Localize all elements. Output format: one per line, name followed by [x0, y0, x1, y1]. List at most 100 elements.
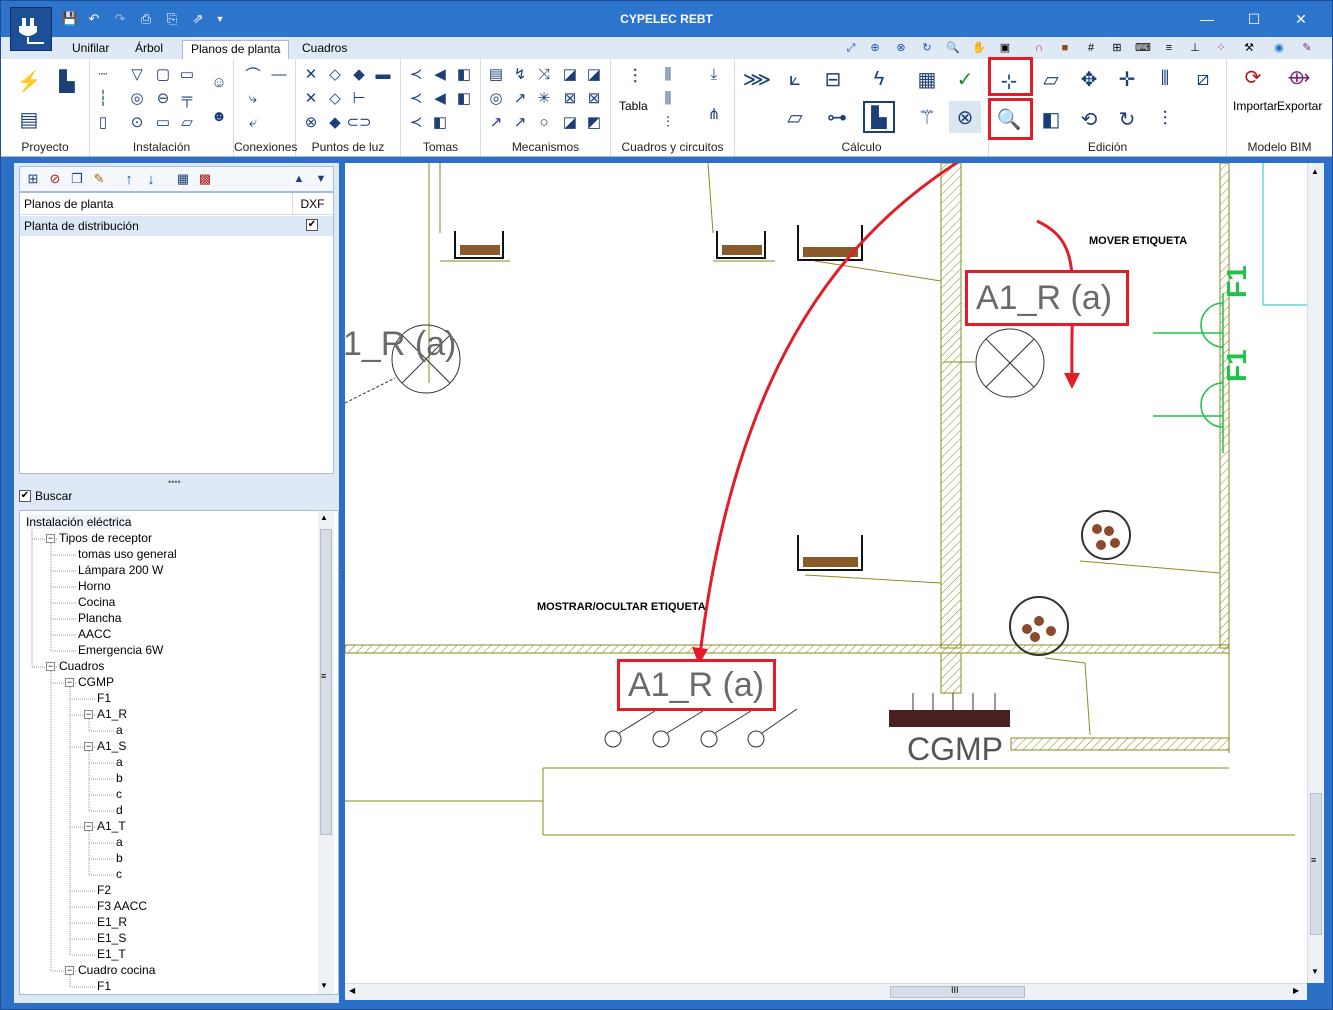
square-icon[interactable]: ▢: [152, 63, 174, 85]
cgmp-label[interactable]: CGMP: [907, 731, 1003, 768]
light-x2-icon[interactable]: ✕: [300, 87, 322, 109]
tree-node[interactable]: F1: [97, 691, 111, 705]
plane2-icon[interactable]: ▱: [779, 101, 811, 133]
tree-expander-icon[interactable]: −: [65, 966, 74, 975]
bar-icon[interactable]: ▭: [152, 111, 174, 133]
cross-switch-icon[interactable]: ⤨: [533, 63, 555, 85]
export-bim-icon[interactable]: ⟴: [1283, 61, 1315, 93]
circuit-down-icon[interactable]: ⤓: [703, 63, 725, 85]
branch2-connect-icon[interactable]: ⤶: [242, 111, 264, 133]
line-dash-icon[interactable]: ┈: [92, 63, 114, 85]
book-icon[interactable]: ✎: [1299, 40, 1315, 56]
timer2-icon[interactable]: ⊠: [583, 87, 605, 109]
zoom-window-icon[interactable]: ⤢: [843, 40, 859, 56]
box-switch-icon[interactable]: ◪: [559, 111, 581, 133]
dxf-checkbox[interactable]: ✔: [306, 219, 318, 231]
line-connect-icon[interactable]: —: [268, 63, 290, 85]
project-plan-icon[interactable]: ▙: [51, 65, 83, 97]
face2-icon[interactable]: ☻: [208, 105, 230, 127]
move-up-icon[interactable]: ↑: [118, 168, 140, 190]
dimmer-icon[interactable]: ◪: [559, 63, 581, 85]
zoom-all-icon[interactable]: ⊕: [867, 40, 883, 56]
close-button[interactable]: ✕: [1291, 9, 1311, 29]
light-dot-icon[interactable]: ◆: [324, 111, 346, 133]
tab-cuadros[interactable]: Cuadros: [294, 40, 355, 59]
maximize-button[interactable]: ☐: [1244, 9, 1264, 29]
magic-wand-icon[interactable]: ⚚: [911, 101, 943, 133]
tree-node[interactable]: Emergencia 6W: [78, 643, 163, 657]
circuit-branch-icon[interactable]: ⋔: [703, 103, 725, 125]
sensor-icon[interactable]: ✳: [533, 87, 555, 109]
minimize-button[interactable]: —: [1197, 9, 1217, 29]
tree-node[interactable]: a: [116, 723, 123, 737]
hscroll-right-icon[interactable]: ▶: [1293, 986, 1299, 995]
canvas-vertical-scrollbar[interactable]: ▲ ≡ ▼: [1307, 163, 1324, 983]
tree-node[interactable]: A1_R: [97, 707, 127, 721]
globe-icon[interactable]: ◉: [1271, 40, 1287, 56]
shown-label-box[interactable]: A1_R (a): [617, 659, 776, 711]
tree-expander-icon[interactable]: −: [84, 822, 93, 831]
pan-hand-icon[interactable]: ✋: [971, 40, 987, 56]
plan-view-icon[interactable]: ▙: [863, 101, 895, 133]
tree-node[interactable]: c: [116, 867, 122, 881]
move2-icon[interactable]: ✛: [1111, 63, 1143, 95]
tree-expander-icon[interactable]: −: [84, 742, 93, 751]
box-switch2-icon[interactable]: ◩: [583, 111, 605, 133]
fill-icon[interactable]: ⊟: [817, 63, 849, 95]
dimmer2-icon[interactable]: ◪: [583, 63, 605, 85]
layers-icon[interactable]: ≡: [1161, 40, 1177, 56]
split-icon[interactable]: ⫶: [1149, 103, 1181, 135]
tree-node[interactable]: Plancha: [78, 611, 121, 625]
dxf-grid-icon[interactable]: ▩: [194, 168, 216, 190]
add-plan-icon[interactable]: ⊞: [22, 168, 44, 190]
cad-label-partial[interactable]: 1_R (a): [343, 325, 456, 364]
rotate2-icon[interactable]: ↻: [1111, 103, 1143, 135]
tree-node[interactable]: Lámpara 200 W: [78, 563, 163, 577]
search-checkbox[interactable]: ✔: [19, 490, 31, 502]
tree-node[interactable]: a: [116, 755, 123, 769]
tree-expander-icon[interactable]: −: [46, 662, 55, 671]
keyboard-icon[interactable]: ⌨: [1135, 40, 1151, 56]
view-icon[interactable]: ▣: [997, 40, 1013, 56]
f1-label-b[interactable]: F1: [1221, 349, 1253, 382]
switch3-icon[interactable]: ↗: [485, 111, 507, 133]
tab-unifilar[interactable]: Unifilar: [64, 40, 117, 59]
copy-icon[interactable]: ◧: [1035, 103, 1067, 135]
switch2-icon[interactable]: ↗: [509, 87, 531, 109]
arrow-up-icon[interactable]: ▲: [288, 168, 310, 190]
ring2-icon[interactable]: ⊖: [152, 87, 174, 109]
tree-node[interactable]: F2: [97, 883, 111, 897]
rotate-icon[interactable]: ⟲: [1073, 103, 1105, 135]
socket8-icon[interactable]: ◧: [429, 111, 451, 133]
tree-node[interactable]: Tipos de receptor: [59, 531, 152, 545]
tab-arbol[interactable]: Árbol: [127, 40, 171, 59]
face-icon[interactable]: ☺: [208, 71, 230, 93]
socket2-icon[interactable]: ◀: [429, 63, 451, 85]
socket5-icon[interactable]: ◀: [429, 87, 451, 109]
tree-node[interactable]: d: [116, 803, 123, 817]
tree-scroll-thumb[interactable]: [320, 529, 332, 835]
tree-expander-icon[interactable]: −: [46, 534, 55, 543]
table-icon[interactable]: ⫶: [619, 61, 651, 93]
header-planos[interactable]: Planos de planta: [24, 197, 113, 211]
ring-icon[interactable]: ◎: [126, 87, 148, 109]
light-tube-icon[interactable]: ⊂⊃: [346, 111, 371, 133]
tree-node[interactable]: b: [116, 771, 123, 785]
tree-node[interactable]: E1_T: [97, 947, 126, 961]
scroll-down-arrow-icon[interactable]: ▼: [320, 981, 328, 990]
switch-box-icon[interactable]: ▤: [485, 63, 507, 85]
socket-icon[interactable]: ≺: [405, 63, 427, 85]
panel2-icon[interactable]: ⫼: [657, 87, 679, 109]
tree-node[interactable]: CGMP: [78, 675, 114, 689]
socket7-icon[interactable]: ≺: [405, 111, 427, 133]
import-icon[interactable]: ⟳: [1237, 61, 1269, 93]
device-icon[interactable]: ▯: [92, 111, 114, 133]
tree-expander-icon[interactable]: −: [84, 710, 93, 719]
scroll-up-arrow-icon[interactable]: ▲: [320, 513, 328, 522]
light-diamond-icon[interactable]: ◇: [324, 63, 346, 85]
erase-icon[interactable]: ▱: [1035, 63, 1067, 95]
arrow-down-icon[interactable]: ▼: [310, 168, 332, 190]
tree-node[interactable]: E1_R: [97, 915, 127, 929]
push-icon[interactable]: ◎: [485, 87, 507, 109]
tree-node[interactable]: a: [116, 835, 123, 849]
